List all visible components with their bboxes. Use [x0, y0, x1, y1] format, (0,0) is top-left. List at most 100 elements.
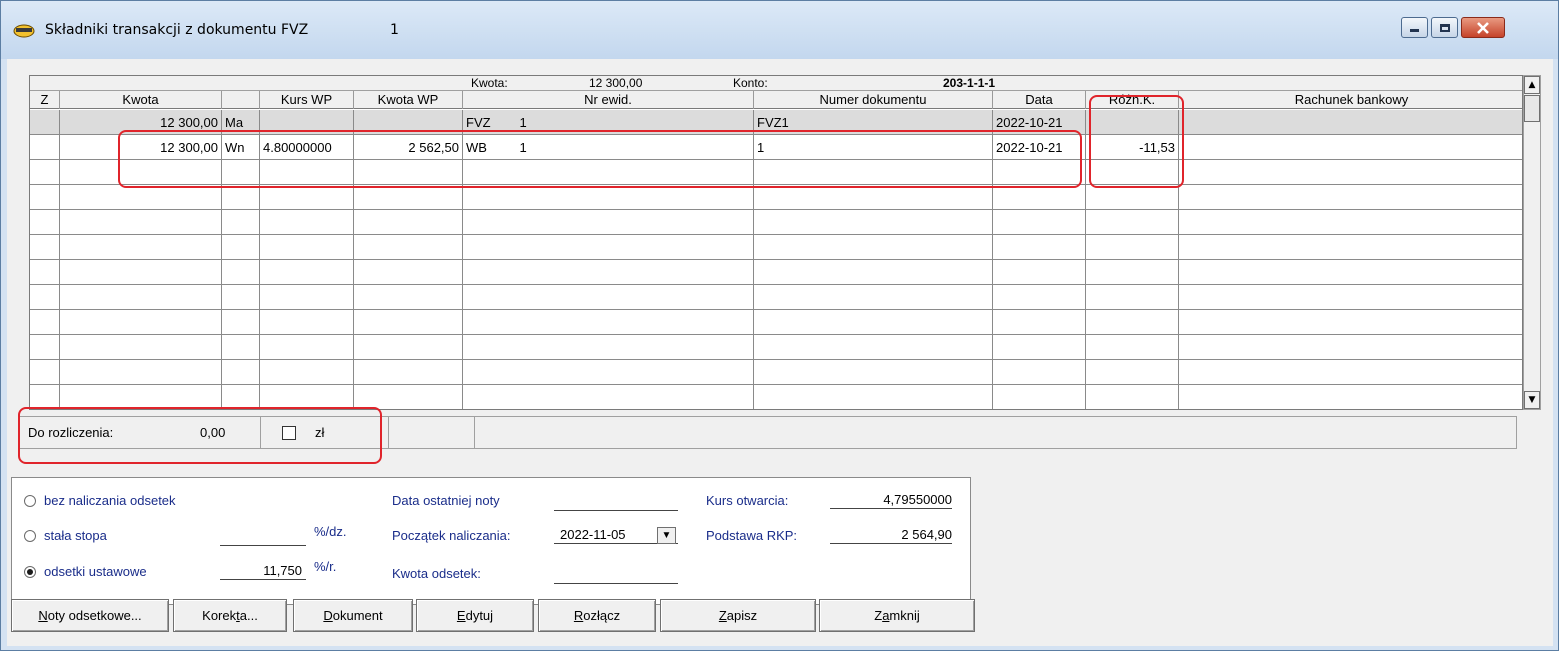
empty-cell	[1179, 160, 1522, 185]
empty-cell	[993, 260, 1086, 285]
empty-table-row[interactable]	[30, 160, 1522, 185]
settlement-status-bar: Do rozliczenia: 0,00 zł	[19, 416, 1517, 449]
cell-kwota: 12 300,00	[60, 135, 222, 160]
odsetki-unit: %/r.	[314, 559, 337, 574]
cell-rozn-k: -11,53	[1086, 135, 1179, 160]
table-row[interactable]: 12 300,00 Wn 4.80000000 2 562,50 WB 1 1 …	[30, 135, 1522, 160]
empty-table-row[interactable]	[30, 310, 1522, 335]
btn-text-post: a...	[239, 608, 258, 623]
empty-cell	[260, 310, 354, 335]
stala-stopa-input[interactable]	[220, 528, 306, 546]
empty-cell	[754, 235, 993, 260]
kwota-label: Kwota:	[471, 76, 508, 90]
table-row[interactable]: 12 300,00 Ma FVZ 1 FVZ1 2022-10-21	[30, 110, 1522, 135]
cell-kwota-wp	[354, 110, 463, 135]
empty-cell	[30, 285, 60, 310]
cell-side: Ma	[222, 110, 260, 135]
korekta-button[interactable]: Korekta...	[173, 599, 287, 632]
window-title-number: 1	[390, 22, 399, 38]
empty-cell	[30, 160, 60, 185]
bez-naliczania-label: bez naliczania odsetek	[44, 493, 176, 508]
cell-kurs-wp: 4.80000000	[260, 135, 354, 160]
col-rachunek-header[interactable]: Rachunek bankowy	[1179, 91, 1522, 109]
col-rozn-k-header[interactable]: Różn.K.	[1086, 91, 1179, 109]
scroll-down-button[interactable]: ▼	[1524, 391, 1540, 409]
btn-text-pre: Korek	[202, 608, 237, 623]
empty-cell	[993, 235, 1086, 260]
empty-cell	[1086, 310, 1179, 335]
empty-table-row[interactable]	[30, 185, 1522, 210]
client-area: Kwota: 12 300,00 Konto: 203-1-1-1 Z Kwot…	[7, 59, 1553, 646]
cell-nr-ewid: WB 1	[463, 135, 754, 160]
close-button[interactable]	[1461, 17, 1505, 38]
empty-table-row[interactable]	[30, 235, 1522, 260]
empty-cell	[463, 260, 754, 285]
odsetki-input[interactable]: 11,750	[220, 562, 306, 580]
currency-checkbox[interactable]	[282, 426, 296, 440]
chevron-down-icon: ▼	[661, 530, 672, 541]
rozlacz-button[interactable]: Rozłącz	[538, 599, 656, 632]
odsetki-ustawowe-label: odsetki ustawowe	[44, 564, 147, 579]
empty-cell	[222, 335, 260, 360]
empty-cell	[60, 185, 222, 210]
scroll-up-button[interactable]: ▲	[1524, 76, 1540, 94]
empty-cell	[222, 235, 260, 260]
empty-cell	[1086, 360, 1179, 385]
empty-cell	[222, 160, 260, 185]
date-dropdown-button[interactable]: ▼	[657, 527, 676, 544]
empty-cell	[60, 360, 222, 385]
col-kwota-header[interactable]: Kwota	[60, 91, 222, 109]
grid-vertical-scrollbar[interactable]: ▲ ▼	[1523, 75, 1541, 410]
empty-cell	[260, 160, 354, 185]
empty-table-row[interactable]	[30, 385, 1522, 409]
col-numer-dokumentu-header[interactable]: Numer dokumentu	[754, 91, 993, 109]
edytuj-button[interactable]: Edytuj	[416, 599, 534, 632]
maximize-icon	[1439, 23, 1450, 32]
btn-text-post: oty odsetkowe...	[47, 608, 142, 623]
maximize-button[interactable]	[1431, 17, 1458, 38]
empty-table-row[interactable]	[30, 210, 1522, 235]
empty-cell	[463, 185, 754, 210]
empty-cell	[60, 310, 222, 335]
radio-bez-naliczania[interactable]	[24, 495, 36, 507]
kurs-otwarcia-value: 4,79550000	[830, 491, 952, 509]
zamknij-button[interactable]: Zamknij	[819, 599, 975, 632]
btn-text-post: mknij	[889, 608, 920, 623]
minimize-button[interactable]	[1401, 17, 1428, 38]
empty-table-row[interactable]	[30, 335, 1522, 360]
empty-cell	[463, 335, 754, 360]
dokument-button[interactable]: Dokument	[293, 599, 413, 632]
empty-table-row[interactable]	[30, 260, 1522, 285]
empty-table-row[interactable]	[30, 360, 1522, 385]
kwota-value: 12 300,00	[589, 76, 643, 90]
empty-table-row[interactable]	[30, 285, 1522, 310]
empty-cell	[260, 235, 354, 260]
col-kurs-wp-header[interactable]: Kurs WP	[260, 91, 354, 109]
empty-cell	[260, 385, 354, 409]
cell-numer-dokumentu: 1	[754, 135, 993, 160]
col-z-header[interactable]: Z	[30, 91, 60, 109]
data-ostatniej-noty-field[interactable]	[554, 493, 678, 511]
col-data-header[interactable]: Data	[993, 91, 1086, 109]
cell-rachunek	[1179, 135, 1522, 160]
dialog-window: Składniki transakcji z dokumentu FVZ 1 K…	[0, 0, 1559, 651]
radio-odsetki-ustawowe[interactable]	[24, 566, 36, 578]
transactions-grid[interactable]: Kwota: 12 300,00 Konto: 203-1-1-1 Z Kwot…	[29, 75, 1523, 410]
window-title: Składniki transakcji z dokumentu FVZ	[45, 22, 309, 38]
scroll-thumb[interactable]	[1524, 95, 1540, 122]
empty-cell	[60, 260, 222, 285]
close-icon	[1477, 21, 1489, 34]
empty-cell	[1086, 335, 1179, 360]
empty-cell	[754, 360, 993, 385]
radio-stala-stopa[interactable]	[24, 530, 36, 542]
noty-odsetkowe-button[interactable]: Noty odsetkowe...	[11, 599, 169, 632]
col-nr-ewid-header[interactable]: Nr ewid.	[463, 91, 754, 109]
col-side-header[interactable]	[222, 91, 260, 109]
col-kwota-wp-header[interactable]: Kwota WP	[354, 91, 463, 109]
empty-cell	[222, 385, 260, 409]
empty-cell	[222, 260, 260, 285]
empty-cell	[1086, 385, 1179, 409]
zapisz-button[interactable]: Zapisz	[660, 599, 816, 632]
empty-cell	[30, 385, 60, 409]
empty-cell	[30, 185, 60, 210]
